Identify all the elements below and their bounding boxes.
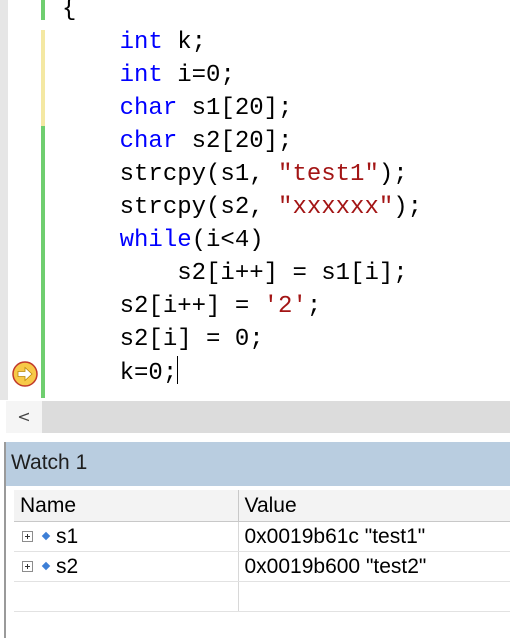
code-line[interactable]: char s1[20]; bbox=[62, 92, 422, 125]
watch-name-cell[interactable]: s1 bbox=[14, 521, 239, 552]
code-line[interactable]: { bbox=[62, 0, 422, 26]
code-token: s1[20]; bbox=[177, 95, 293, 122]
horizontal-scrollbar[interactable]: < bbox=[6, 401, 510, 433]
watch-new-value-cell bbox=[238, 581, 510, 612]
unsaved-change-bar bbox=[41, 30, 45, 126]
watch-variable-name: s2 bbox=[56, 554, 79, 578]
watch-variable-name: s1 bbox=[56, 524, 79, 548]
code-line[interactable]: k=0; bbox=[62, 356, 422, 389]
code-token: ); bbox=[378, 161, 408, 188]
code-token: s2[i++] = s1[i]; bbox=[62, 260, 408, 287]
watch-title-bar[interactable]: Watch 1 bbox=[6, 442, 510, 486]
variable-diamond-icon bbox=[41, 561, 51, 570]
indicator-margin[interactable] bbox=[8, 0, 44, 400]
code-token: { bbox=[62, 0, 77, 23]
code-editor[interactable]: { int k; int i=0; char s1[20]; char s2[2… bbox=[0, 0, 510, 400]
code-keyword: int bbox=[119, 62, 163, 89]
code-keyword: char bbox=[119, 95, 178, 122]
code-string: "test1" bbox=[278, 161, 379, 188]
watch-value-cell[interactable]: 0x0019b61c "test1" bbox=[238, 521, 510, 552]
expand-plus-icon[interactable] bbox=[22, 560, 33, 572]
code-token: (i<4) bbox=[191, 227, 264, 254]
watch-grid: Name Value s1 0x0019b61c "test1" s2 0x00… bbox=[14, 490, 510, 612]
panel-splitter[interactable] bbox=[0, 433, 510, 442]
code-line[interactable]: s2[i] = 0; bbox=[62, 323, 422, 356]
editor-margin bbox=[0, 0, 8, 400]
code-line[interactable]: int k; bbox=[62, 26, 422, 59]
code-token: i=0; bbox=[162, 62, 235, 89]
watch-value-cell[interactable]: 0x0019b600 "test2" bbox=[238, 551, 510, 582]
saved-change-bar bbox=[41, 126, 45, 398]
code-line[interactable]: strcpy(s2, "xxxxxx"); bbox=[62, 191, 422, 224]
code-token: s2[i] = 0; bbox=[62, 326, 264, 353]
code-token: k=0; bbox=[62, 360, 178, 387]
watch-title: Watch 1 bbox=[11, 451, 88, 474]
watch-new-name-cell[interactable] bbox=[14, 581, 239, 612]
code-string: '2' bbox=[263, 293, 307, 320]
code-keyword: while bbox=[119, 227, 192, 254]
expand-plus-icon[interactable] bbox=[22, 530, 33, 542]
code-line[interactable]: char s2[20]; bbox=[62, 125, 422, 158]
code-line[interactable]: int i=0; bbox=[62, 59, 422, 92]
name-column-header[interactable]: Name bbox=[14, 490, 239, 522]
watch-empty-row[interactable] bbox=[14, 581, 510, 612]
code-token: ); bbox=[393, 194, 423, 221]
watch-name-cell[interactable]: s2 bbox=[14, 551, 239, 582]
code-token: s2[20]; bbox=[177, 128, 293, 155]
scrollbar-track[interactable] bbox=[42, 401, 510, 433]
code-line[interactable]: s2[i++] = s1[i]; bbox=[62, 257, 422, 290]
current-statement-arrow-icon bbox=[12, 361, 38, 387]
code-token: k; bbox=[162, 29, 207, 56]
watch-grid-area[interactable]: Name Value s1 0x0019b61c "test1" s2 0x00… bbox=[6, 486, 510, 638]
code-line[interactable]: strcpy(s1, "test1"); bbox=[62, 158, 422, 191]
watch-row[interactable]: s1 0x0019b61c "test1" bbox=[14, 521, 510, 552]
value-column-header[interactable]: Value bbox=[238, 490, 510, 522]
code-line[interactable]: s2[i++] = '2'; bbox=[62, 290, 422, 323]
code-token: ; bbox=[306, 293, 322, 320]
saved-change-bar bbox=[41, 0, 45, 20]
watch-header-row: Name Value bbox=[14, 490, 510, 522]
code-string: "xxxxxx" bbox=[278, 194, 394, 221]
watch-panel: Watch 1 Name Value s1 0x0019b61c "test1"… bbox=[0, 442, 510, 638]
code-line[interactable]: while(i<4) bbox=[62, 224, 422, 257]
scroll-left-button[interactable]: < bbox=[6, 401, 42, 433]
code-keyword: char bbox=[119, 128, 178, 155]
watch-row[interactable]: s2 0x0019b600 "test2" bbox=[14, 551, 510, 582]
code-token: s2[i++] = bbox=[62, 293, 264, 320]
code-token: strcpy(s2, bbox=[62, 194, 279, 221]
text-caret bbox=[177, 356, 179, 384]
code-keyword: int bbox=[119, 29, 163, 56]
variable-diamond-icon bbox=[41, 531, 51, 540]
code-token: strcpy(s1, bbox=[62, 161, 279, 188]
code-text[interactable]: { int k; int i=0; char s1[20]; char s2[2… bbox=[62, 0, 422, 389]
